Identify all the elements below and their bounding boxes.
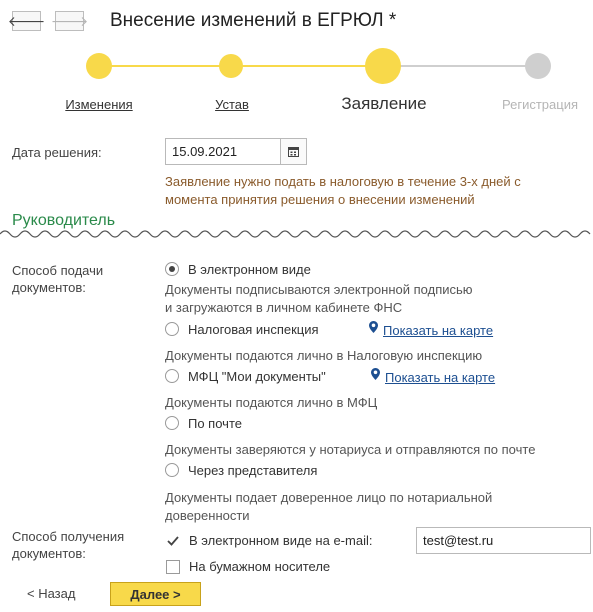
radio-post[interactable] bbox=[165, 416, 179, 430]
step-dot-charter[interactable] bbox=[219, 54, 243, 78]
option-tax-office-note: Документы подаются лично в Налоговую инс… bbox=[165, 348, 483, 363]
arrow-left-icon: 🡐 bbox=[7, 12, 46, 29]
calendar-button[interactable] bbox=[280, 138, 307, 165]
option-electronic-label[interactable]: В электронном виде bbox=[188, 262, 311, 277]
decision-hint-line1: Заявление нужно подать в налоговую в теч… bbox=[165, 174, 521, 189]
option-representative-label[interactable]: Через представителя bbox=[188, 463, 317, 478]
page-title: Внесение изменений в ЕГРЮЛ * bbox=[110, 10, 397, 31]
option-tax-office-label[interactable]: Налоговая инспекция bbox=[188, 322, 319, 337]
checkbox-paper[interactable] bbox=[166, 560, 180, 574]
option-mfc-note: Документы подаются лично в МФЦ bbox=[165, 395, 378, 410]
receipt-electronic-label[interactable]: В электронном виде на e-mail: bbox=[189, 533, 372, 548]
checkbox-electronic-email[interactable] bbox=[166, 534, 180, 548]
radio-mfc[interactable] bbox=[165, 369, 179, 383]
map-pin-icon bbox=[369, 321, 378, 333]
section-break-divider bbox=[0, 230, 591, 238]
show-on-map-link-tax-office[interactable]: Показать на карте bbox=[383, 323, 493, 338]
radio-representative[interactable] bbox=[165, 463, 179, 477]
radio-tax-office[interactable] bbox=[165, 322, 179, 336]
option-mfc-label[interactable]: МФЦ "Мои документы" bbox=[188, 369, 326, 384]
step-link-changes[interactable]: Изменения bbox=[65, 97, 132, 112]
option-representative-note-line2: доверенности bbox=[165, 508, 250, 523]
show-on-map-link-mfc[interactable]: Показать на карте bbox=[385, 370, 495, 385]
step-dot-registration bbox=[525, 53, 551, 79]
option-electronic-note-line2: и загружаются в личном кабинете ФНС bbox=[165, 300, 403, 315]
forward-nav-button[interactable]: 🡒 bbox=[51, 11, 88, 31]
map-pin-icon bbox=[371, 368, 380, 380]
option-post-label[interactable]: По почте bbox=[188, 416, 242, 431]
back-button[interactable]: < Назад bbox=[27, 586, 75, 601]
step-dot-changes[interactable] bbox=[86, 53, 112, 79]
option-electronic-note-line1: Документы подписываются электронной подп… bbox=[165, 282, 473, 297]
progress-track-future bbox=[384, 65, 538, 67]
step-label-registration: Регистрация bbox=[502, 97, 578, 112]
submission-label-line2: документов: bbox=[12, 280, 86, 295]
step-link-charter[interactable]: Устав bbox=[215, 97, 249, 112]
decision-date-label: Дата решения: bbox=[12, 145, 102, 160]
calendar-icon bbox=[288, 147, 299, 157]
receipt-label-line1: Способ получения bbox=[12, 529, 125, 544]
decision-hint-line2: момента принятия решения о внесении изме… bbox=[165, 192, 475, 207]
receipt-paper-label[interactable]: На бумажном носителе bbox=[189, 559, 330, 574]
radio-electronic[interactable] bbox=[165, 262, 179, 276]
back-nav-button[interactable]: 🡐 bbox=[8, 11, 45, 31]
next-button[interactable]: Далее > bbox=[110, 582, 201, 606]
option-representative-note-line1: Документы подает доверенное лицо по нота… bbox=[165, 490, 493, 505]
arrow-right-icon: 🡒 bbox=[50, 12, 89, 29]
decision-date-input[interactable]: 15.09.2021 bbox=[165, 138, 281, 165]
option-post-note: Документы заверяются у нотариуса и отпра… bbox=[165, 442, 536, 457]
receipt-label-line2: документов: bbox=[12, 546, 86, 561]
step-label-application: Заявление bbox=[341, 94, 427, 113]
step-dot-application bbox=[365, 48, 401, 84]
email-input[interactable]: test@test.ru bbox=[416, 527, 591, 554]
submission-label-line1: Способ подачи bbox=[12, 263, 104, 278]
